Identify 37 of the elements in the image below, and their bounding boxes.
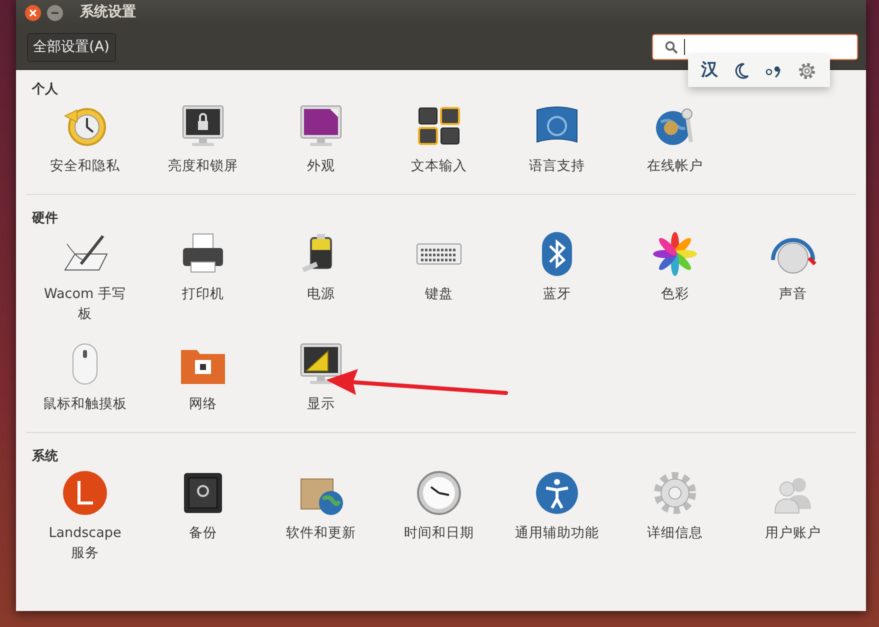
color-flower-icon: [651, 230, 699, 278]
punctuation-icon[interactable]: [764, 64, 783, 78]
landscape-logo-icon: [61, 468, 109, 516]
settings-item[interactable]: 声音: [734, 230, 852, 324]
settings-item[interactable]: 亮度和锁屏: [144, 102, 262, 176]
close-icon[interactable]: [24, 4, 42, 22]
settings-item[interactable]: 语言支持: [498, 102, 616, 176]
settings-icon[interactable]: [796, 61, 817, 81]
settings-item[interactable]: 鼠标和触摸板: [26, 340, 144, 414]
search-icon: [665, 40, 678, 54]
settings-item[interactable]: Wacom 手写板: [26, 230, 144, 324]
settings-item[interactable]: 通用辅助功能: [498, 468, 616, 562]
settings-item[interactable]: 在线帐户: [616, 102, 734, 176]
clock-icon: [415, 468, 463, 516]
settings-item[interactable]: 安全和隐私: [26, 102, 144, 176]
settings-item[interactable]: 键盘: [380, 230, 498, 324]
all-settings-button[interactable]: 全部设置(A): [27, 32, 116, 62]
settings-item[interactable]: 电源: [262, 230, 380, 324]
settings-item[interactable]: 打印机: [144, 230, 262, 324]
settings-item[interactable]: 显示: [262, 340, 380, 414]
settings-item[interactable]: Landscape 服务: [26, 468, 144, 562]
chinese-mode-toggle[interactable]: 汉: [701, 58, 718, 84]
minimize-icon[interactable]: [46, 4, 64, 22]
section-title: 系统: [32, 448, 59, 466]
settings-item[interactable]: 网络: [144, 340, 262, 414]
section-title: 硬件: [32, 210, 59, 228]
settings-item[interactable]: 外观: [262, 102, 380, 176]
settings-item[interactable]: 软件和更新: [262, 468, 380, 562]
settings-item[interactable]: 用户账户: [734, 468, 852, 562]
settings-item[interactable]: 蓝牙: [498, 230, 616, 324]
settings-item[interactable]: 时间和日期: [380, 468, 498, 562]
settings-item[interactable]: 色彩: [616, 230, 734, 324]
section-title: 个人: [32, 81, 59, 99]
window-title: 系统设置: [80, 3, 136, 22]
settings-item[interactable]: 详细信息: [616, 468, 734, 562]
settings-item[interactable]: 备份: [144, 468, 262, 562]
settings-item[interactable]: 文本输入: [380, 102, 498, 176]
